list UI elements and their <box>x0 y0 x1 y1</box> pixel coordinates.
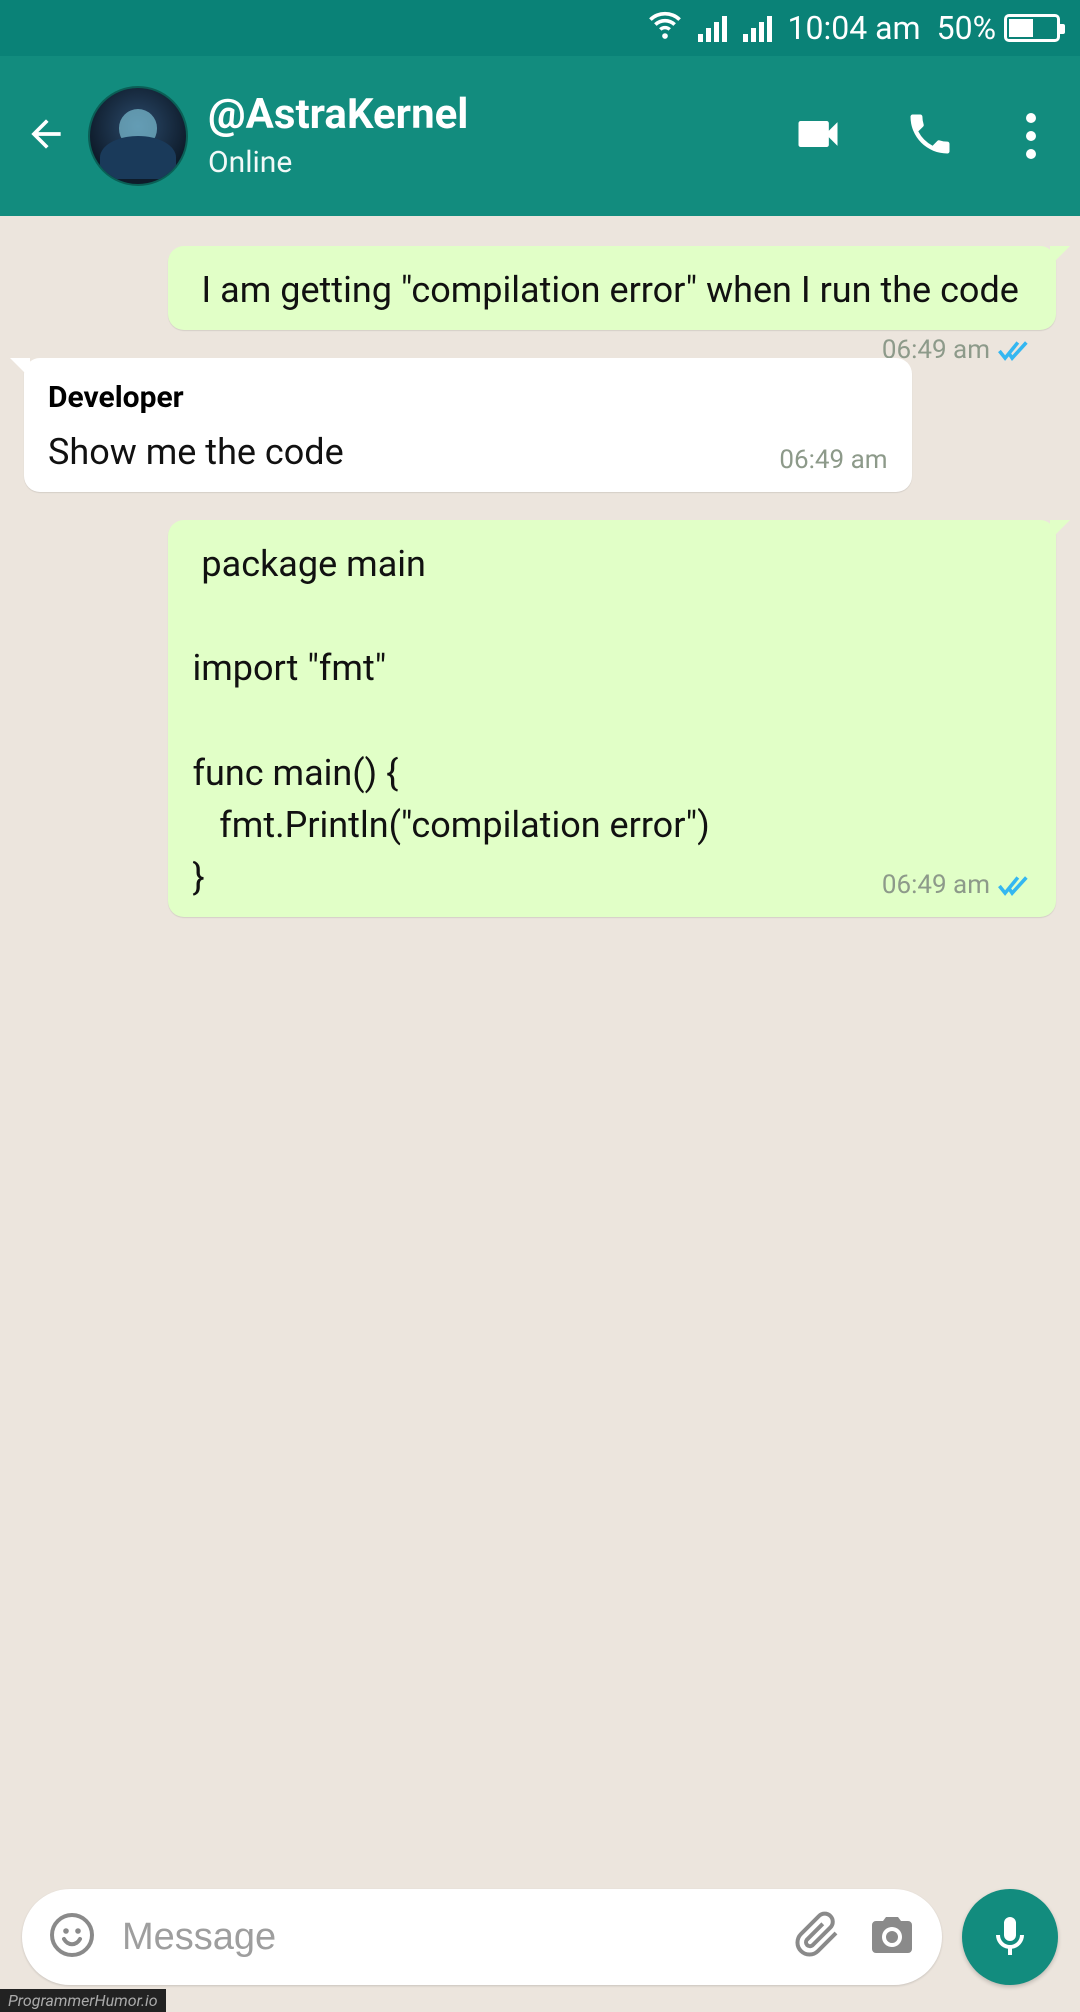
message-body: I am getting "compilation error" when I … <box>192 269 1018 311</box>
signal-icon-2 <box>743 14 772 42</box>
contact-status: Online <box>208 145 772 180</box>
emoji-button[interactable] <box>48 1911 96 1963</box>
voice-call-button[interactable] <box>904 108 956 164</box>
contact-name: @AstraKernel <box>208 92 772 138</box>
wifi-icon <box>648 7 682 49</box>
watermark: ProgrammerHumor.io <box>0 1989 166 2012</box>
read-receipt-icon <box>998 339 1032 363</box>
more-menu-button[interactable] <box>1016 113 1046 159</box>
message-meta: 06:49 am <box>779 442 887 480</box>
video-call-button[interactable] <box>792 108 844 164</box>
header-text[interactable]: @AstraKernel Online <box>208 92 772 179</box>
message-time: 06:49 am <box>882 867 990 905</box>
message-time: 06:49 am <box>779 442 887 480</box>
battery-percent: 50% <box>937 9 996 47</box>
message-input[interactable] <box>122 1916 768 1959</box>
battery-icon <box>1004 14 1060 42</box>
message-out[interactable]: I am getting "compilation error" when I … <box>168 246 1056 330</box>
battery-indicator: 50% <box>937 9 1060 47</box>
chat-area: I am getting "compilation error" when I … <box>0 216 1080 1882</box>
signal-icon-1 <box>698 14 727 42</box>
message-out[interactable]: package main import "fmt" func main() { … <box>168 520 1056 917</box>
status-time: 10:04 am <box>788 9 921 47</box>
chat-header: @AstraKernel Online <box>0 56 1080 216</box>
message-meta: 06:49 am <box>882 867 1032 905</box>
status-bar: 10:04 am 50% <box>0 0 1080 56</box>
message-input-container <box>22 1889 942 1985</box>
message-in[interactable]: Developer Show me the code 06:49 am <box>24 358 912 492</box>
mic-button[interactable] <box>962 1889 1058 1985</box>
read-receipt-icon <box>998 874 1032 898</box>
message-sender: Developer <box>48 376 888 420</box>
back-button[interactable] <box>24 112 68 160</box>
camera-button[interactable] <box>868 1911 916 1963</box>
avatar[interactable] <box>88 86 188 186</box>
attach-button[interactable] <box>794 1911 842 1963</box>
message-body: package main import "fmt" func main() { … <box>192 543 709 898</box>
message-body: Show me the code <box>48 431 344 473</box>
